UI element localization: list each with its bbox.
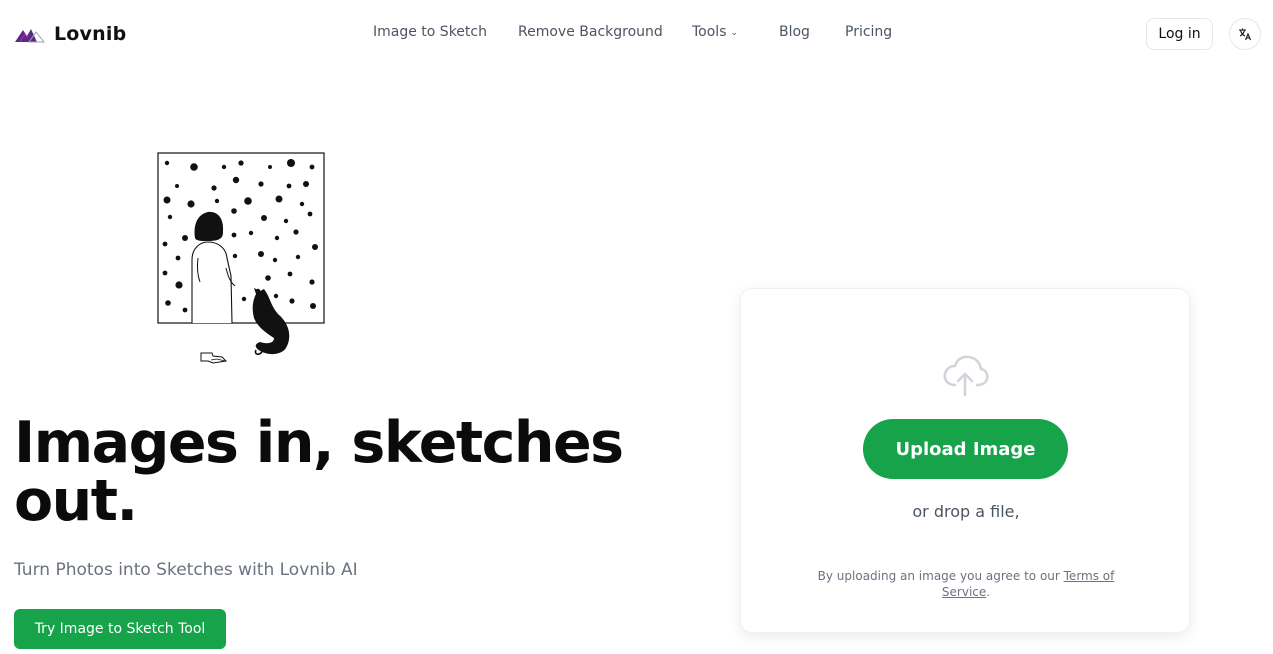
nav-item-tools-label: Tools	[692, 24, 727, 40]
language-button[interactable]	[1229, 18, 1261, 50]
cloud-upload-icon	[943, 355, 989, 397]
chevron-down-icon: ⌄	[730, 28, 739, 38]
terms-suffix: .	[986, 585, 991, 599]
terms-prefix: By uploading an image you agree to our	[817, 569, 1064, 583]
site-header: Lovnib Image to Sketch Remove Background…	[0, 0, 1273, 68]
upload-image-button[interactable]: Upload Image	[863, 419, 1068, 479]
nav-item-tools[interactable]: Tools ⌄	[692, 24, 738, 40]
terms-notice: By uploading an image you agree to our T…	[811, 568, 1121, 600]
hero-title: Images in, sketches out.	[14, 410, 624, 534]
try-image-to-sketch-button[interactable]: Try Image to Sketch Tool	[14, 609, 226, 649]
nav-item-image-to-sketch[interactable]: Image to Sketch	[373, 24, 487, 40]
hero-illustration	[157, 152, 325, 364]
translate-icon	[1239, 28, 1252, 41]
nav-item-remove-background[interactable]: Remove Background	[518, 24, 663, 40]
nav-item-blog[interactable]: Blog	[779, 24, 810, 40]
hero-subtitle: Turn Photos into Sketches with Lovnib AI	[14, 560, 358, 580]
drop-file-text: or drop a file,	[912, 502, 1020, 521]
upload-card[interactable]: Upload Image or drop a file, By uploadin…	[740, 288, 1190, 633]
main-nav: Image to Sketch Remove Background Tools ⌄…	[0, 24, 1273, 44]
login-button[interactable]: Log in	[1146, 18, 1213, 50]
nav-item-pricing[interactable]: Pricing	[845, 24, 892, 40]
